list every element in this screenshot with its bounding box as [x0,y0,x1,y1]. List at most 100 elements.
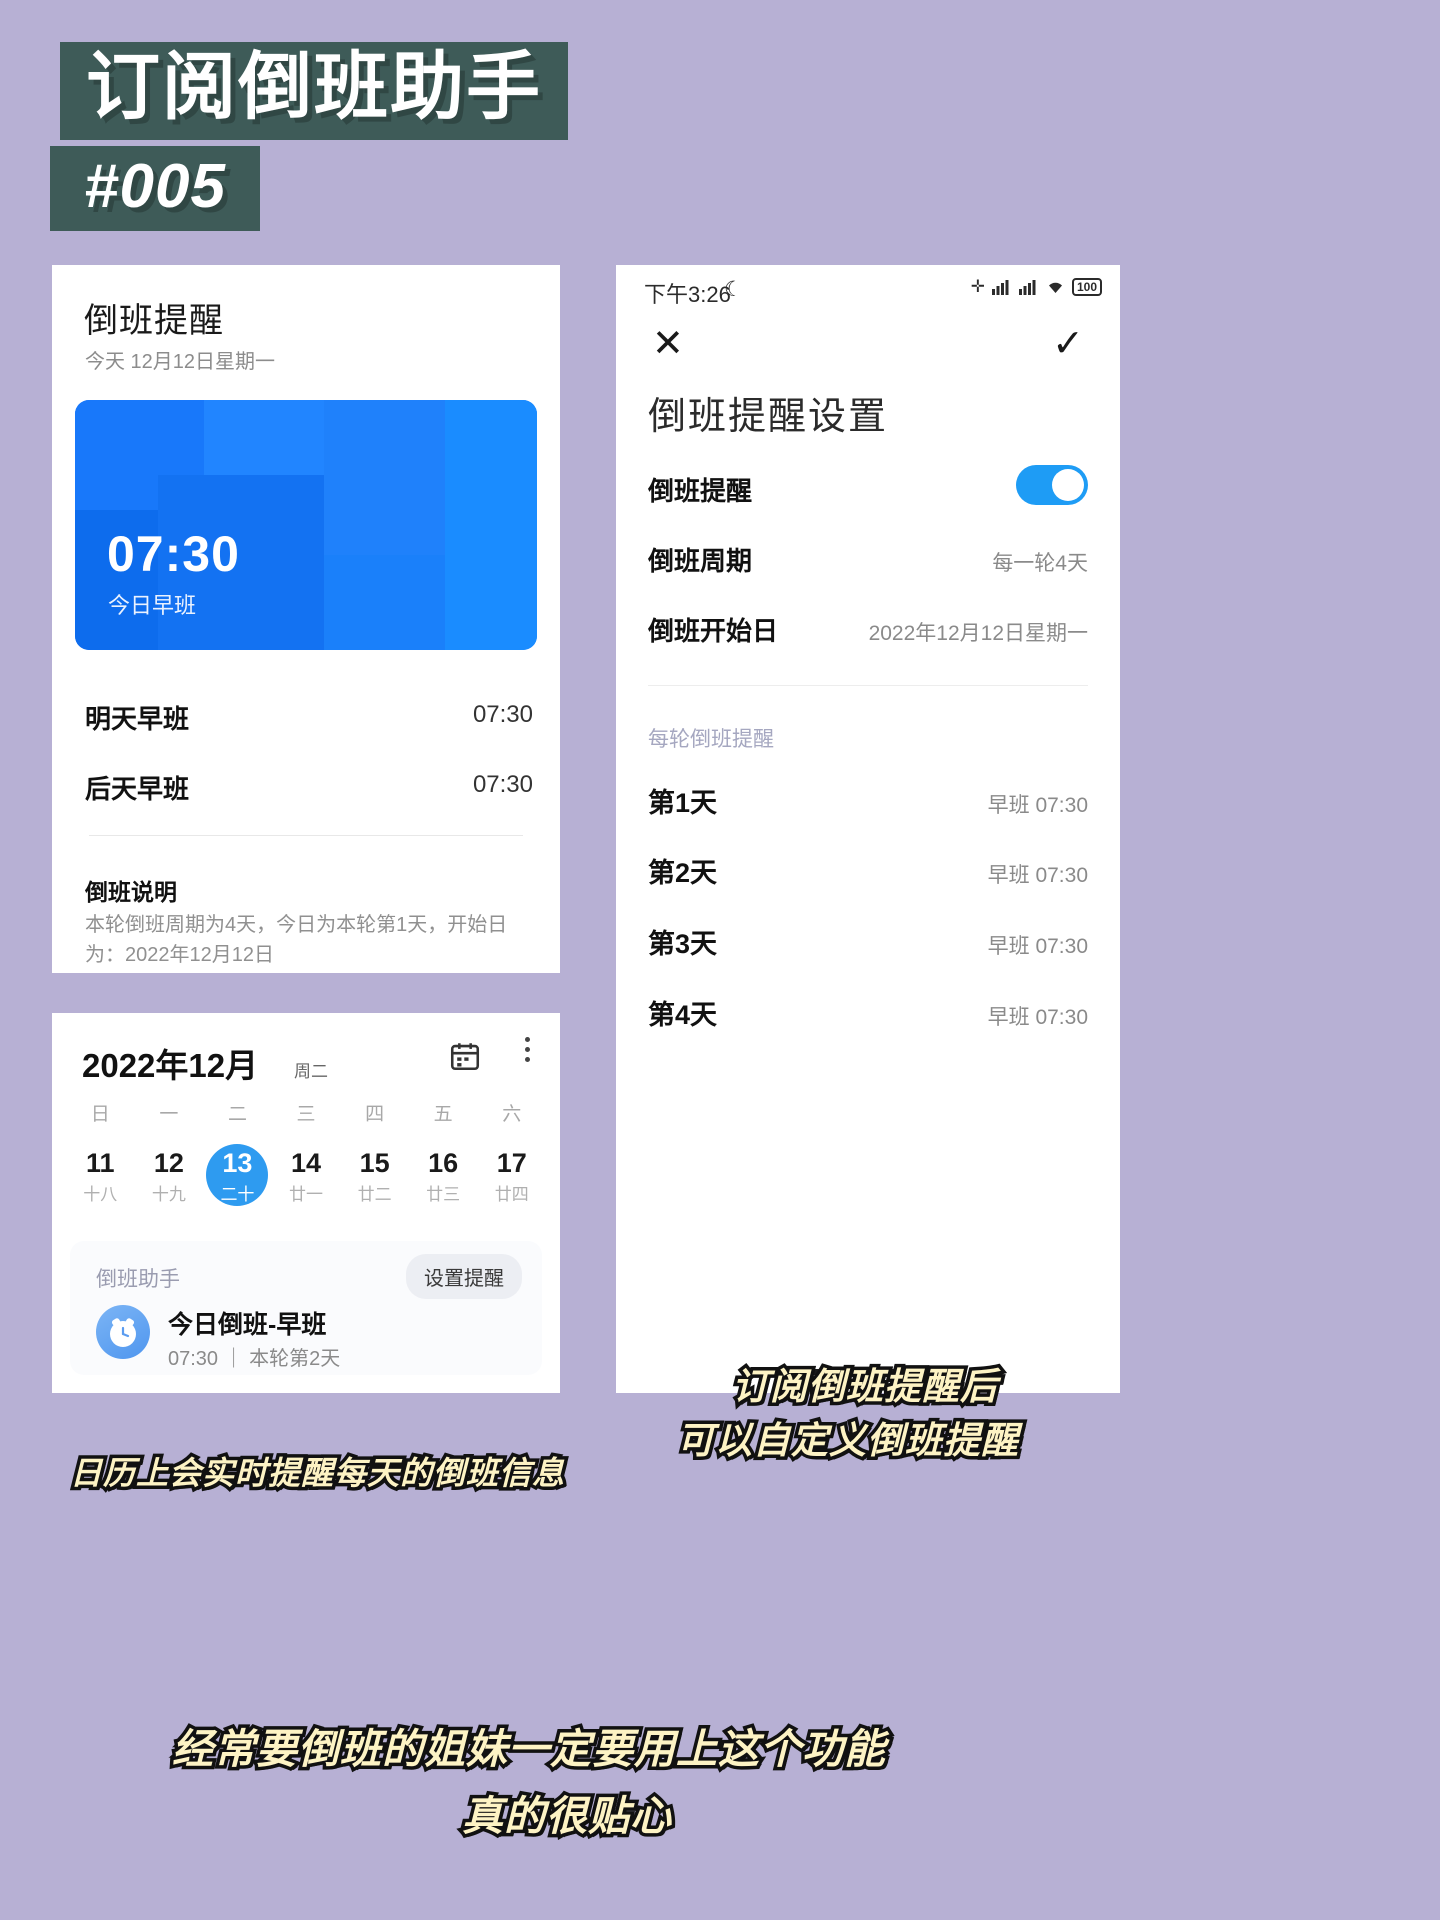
day-cell[interactable]: 14 廿一 [275,1144,337,1206]
status-bar: 下午3:26 ☾ ✛ 100 [616,265,1120,317]
hero-block [444,400,537,650]
signal-bars-icon [1018,280,1036,295]
toggle-knob [1052,469,1084,501]
day-value: 早班 07:30 [987,935,1088,958]
more-vertical-icon[interactable] [522,1037,532,1067]
day-label: 第1天 [648,788,718,818]
shift-time: 07:30 [472,771,533,798]
shift-name: 明天早班 [85,704,190,734]
check-icon[interactable]: ✓ [1052,321,1084,366]
phone-screenshot: 下午3:26 ☾ ✛ 100 ✕ ✓ 倒班提醒设置 倒班提醒 倒班周期 每一轮4… [616,265,1120,1393]
weekday-label: 日 [90,1104,110,1125]
hero-block [324,555,445,650]
weekday-label: 五 [433,1104,453,1125]
setting-row-start-date[interactable]: 倒班开始日 2022年12月12日星期一 [648,601,1088,671]
day-value: 早班 07:30 [987,1006,1088,1029]
card-subtitle: 今天 12月12日星期一 [85,351,276,373]
widget-event-meta: 07:30 ｜ 本轮第2天 [168,1348,341,1370]
weekday-label: 四 [365,1104,385,1125]
day-lunar: 十九 [151,1185,186,1204]
set-reminder-button[interactable]: 设置提醒 [406,1254,522,1299]
day-label: 第4天 [648,1000,718,1030]
setting-label: 倒班提醒 [648,476,753,506]
weekday-label: 六 [502,1104,522,1125]
calendar-day-cell[interactable]: 日 11 十八 [66,1099,135,1206]
battery-indicator: 100 [1071,278,1102,296]
status-icons: ✛ 100 [971,277,1102,297]
day-cell[interactable]: 16 廿三 [412,1144,474,1206]
day-lunar: 廿三 [426,1185,461,1204]
day-lunar: 廿四 [494,1185,529,1204]
calendar-day-cell[interactable]: 六 17 廿四 [477,1099,546,1206]
calendar-day-cell[interactable]: 一 12 十九 [135,1099,204,1206]
caption-right-line2: 可以自定义倒班提醒 [674,1417,1022,1465]
day-number: 11 [86,1148,115,1178]
day-label: 第2天 [648,858,718,888]
setting-row-shift-cycle[interactable]: 倒班周期 每一轮4天 [648,531,1088,601]
explanation-title: 倒班说明 [85,879,177,905]
poster-root: 订阅倒班助手 #005 倒班提醒 今天 12月12日星期一 07:30 今日早班… [0,0,1440,1920]
alarm-clock-icon [96,1305,150,1359]
shift-reminder-toggle[interactable] [1016,465,1088,505]
day-lunar: 廿一 [289,1185,324,1204]
calendar-day-cell[interactable]: 五 16 廿三 [409,1099,478,1206]
caption-calendar: 日历上会实时提醒每天的倒班信息 [66,1452,567,1495]
day-cell[interactable]: 15 廿二 [344,1144,406,1206]
shift-row[interactable]: 明天早班 07:30 [85,685,533,755]
calendar-event-widget[interactable]: 倒班助手 设置提醒 今日倒班-早班 07:30 ｜ 本轮第2天 [70,1241,542,1375]
wifi-icon [1048,282,1062,293]
calendar-week-grid: 日 11 十八 一 12 十九 二 13 二十 三 14 廿一 四 15 廿二 … [66,1099,546,1206]
day-value: 早班 07:30 [987,794,1088,817]
calendar-card: 2022年12月 周二 日 11 十八 一 12 十九 二 13 二十 三 14… [52,1013,560,1393]
cycle-day-row[interactable]: 第4天 早班 07:30 [648,985,1088,1055]
day-number: 16 [428,1148,459,1178]
caption-bottom-line1: 经常要倒班的姐妹一定要用上这个功能 [169,1723,889,1776]
setting-row-shift-reminder[interactable]: 倒班提醒 [648,461,1088,531]
banner-subtitle-text: #005 [84,152,226,221]
day-cell-selected[interactable]: 13 二十 [206,1144,269,1206]
calendar-day-cell[interactable]: 三 14 廿一 [272,1099,341,1206]
weekday-label: 一 [159,1104,179,1125]
day-cell[interactable]: 12 十九 [138,1144,200,1206]
shift-row[interactable]: 后天早班 07:30 [85,755,533,825]
hero-block [324,400,445,555]
setting-value: 2022年12月12日星期一 [868,622,1088,645]
card-title: 倒班提醒 [84,302,224,340]
status-time: 下午3:26 [644,282,731,307]
day-cell[interactable]: 17 廿四 [481,1144,543,1206]
day-cell[interactable]: 11 十八 [69,1144,131,1206]
cycle-day-row[interactable]: 第1天 早班 07:30 [648,773,1088,843]
signal-bars-icon [991,280,1009,295]
day-lunar: 二十 [220,1185,255,1204]
caption-right-line1: 订阅倒班提醒后 [729,1363,1001,1411]
day-lunar: 十八 [83,1185,118,1204]
page-title: 倒班提醒设置 [648,396,889,438]
shift-reminder-card: 倒班提醒 今天 12月12日星期一 07:30 今日早班 明天早班 07:30 … [52,265,560,973]
day-number: 13 [222,1148,253,1178]
setting-label: 倒班周期 [648,546,753,576]
crescent-moon-icon: ☾ [724,278,743,301]
caption-bottom-line2: 真的很贴心 [459,1790,675,1843]
cycle-day-row[interactable]: 第2天 早班 07:30 [648,843,1088,913]
close-x-icon[interactable]: ✕ [652,321,684,366]
explanation-body: 本轮倒班周期为4天，今日为本轮第1天，开始日为：2022年12月12日 [85,914,508,966]
day-number: 14 [290,1148,322,1178]
hero-label: 今日早班 [108,593,197,618]
shift-name: 后天早班 [85,774,190,804]
setting-label: 倒班开始日 [648,616,779,646]
hero-time: 07:30 [107,526,240,582]
calendar-day-cell[interactable]: 四 15 廿二 [340,1099,409,1206]
calendar-icon[interactable] [448,1039,482,1073]
calendar-weekday-label: 周二 [294,1062,328,1081]
today-shift-hero[interactable]: 07:30 今日早班 [75,400,537,650]
shift-time: 07:30 [472,701,533,728]
cycle-day-row[interactable]: 第3天 早班 07:30 [648,914,1088,984]
widget-app-name: 倒班助手 [96,1268,180,1291]
calendar-day-cell-selected[interactable]: 二 13 二十 [203,1099,272,1206]
banner-title: 订阅倒班助手 [60,42,568,140]
divider [648,685,1088,686]
widget-event-title: 今日倒班-早班 [168,1311,327,1339]
calendar-month-title: 2022年12月 [82,1047,259,1084]
setting-value: 每一轮4天 [992,552,1088,575]
hero-block [204,400,325,475]
